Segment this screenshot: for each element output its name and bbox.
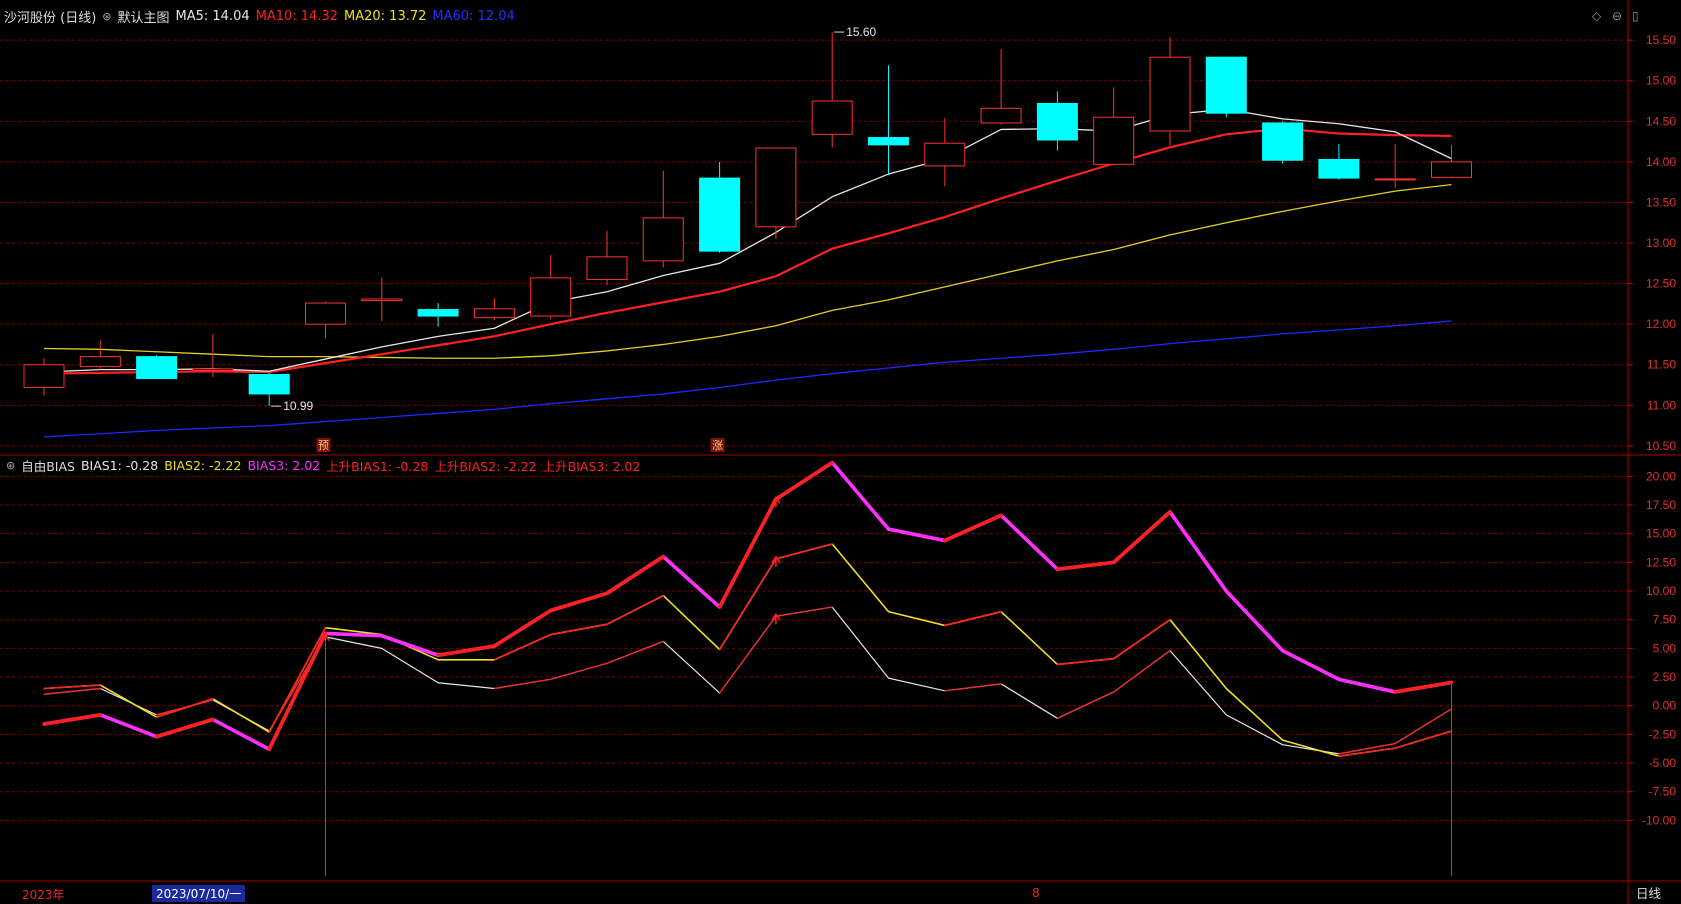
candle-body — [23, 364, 65, 388]
bias1-label: BIAS1: -0.28 — [80, 457, 159, 473]
candle-body — [1093, 116, 1135, 165]
indicator-name[interactable]: 自由BIAS — [21, 456, 75, 475]
price-tick-label: 14.50 — [1646, 114, 1676, 128]
price-tick-label: 13.50 — [1646, 195, 1676, 209]
price-tick-label: 14.00 — [1646, 155, 1676, 169]
candle — [755, 147, 797, 239]
ma60-label: MA60: 12.04 — [432, 8, 515, 24]
candle-body — [248, 373, 290, 395]
price-tick-label: 15.50 — [1646, 33, 1676, 47]
bias3-label: BIAS3: 2.02 — [247, 457, 321, 473]
settings-icon[interactable]: ◇ — [1592, 9, 1601, 23]
candle — [136, 355, 178, 380]
rise-bias3-label: 上升BIAS3: 2.02 — [542, 458, 641, 474]
candle-body — [1149, 56, 1191, 132]
candle-body — [868, 137, 909, 146]
event-marker-label: 预 — [318, 439, 329, 452]
candle-body — [642, 217, 684, 262]
template-name[interactable]: 默认主图 — [118, 7, 170, 26]
candle-body — [305, 302, 346, 325]
candle-body — [586, 256, 628, 281]
candle-body — [417, 309, 459, 317]
kline-chart[interactable]: 15.50 15.00 14.50 14.00 13.50 13.00 12.50 12.00… — [0, 0, 1681, 904]
price-tick-label: 10.50 — [1646, 439, 1676, 453]
indicator-header: ⊛ 自由BIAS BIAS1: -0.28 BIAS2: -2.22 BIAS3… — [6, 456, 640, 474]
period-label[interactable]: 日线 — [1630, 883, 1667, 902]
candle-body — [1374, 178, 1416, 181]
bias-tick-label: 15.00 — [1646, 527, 1676, 541]
high-price-label: 15.60 — [846, 25, 876, 39]
bias-tick-label: 0.00 — [1653, 699, 1677, 713]
event-marker-label: 涨 — [712, 439, 723, 452]
price-tick-label: 12.00 — [1646, 317, 1676, 331]
candle-body — [811, 100, 853, 135]
candle-body — [924, 142, 966, 167]
price-tick-label: 11.00 — [1647, 398, 1676, 412]
candle — [1262, 121, 1304, 164]
bias-tick-label: -5.00 — [1649, 756, 1677, 770]
bias-tick-label: 10.00 — [1646, 584, 1676, 598]
collapse-icon[interactable]: ⊛ — [6, 459, 15, 472]
price-tick-label: 11.50 — [1647, 358, 1676, 372]
candle-body — [473, 308, 515, 319]
bias-tick-label: 20.00 — [1646, 469, 1676, 483]
collapse-icon[interactable]: ⊛ — [102, 10, 111, 23]
candle-body — [1431, 161, 1472, 178]
candle-body — [699, 177, 741, 252]
axis-month-label: 8 — [1032, 886, 1040, 900]
bias2-label: BIAS2: -2.22 — [164, 457, 242, 473]
bias-tick-label: -10.00 — [1642, 813, 1676, 827]
axis-year-label: 2023年 — [22, 888, 65, 902]
candle-body — [530, 277, 572, 317]
candle-body — [136, 356, 178, 380]
bias-tick-label: 5.00 — [1653, 641, 1677, 655]
low-price-label: 10.99 — [283, 399, 313, 413]
ma10-label: MA10: 14.32 — [255, 8, 339, 24]
price-tick-label: 13.00 — [1646, 236, 1676, 250]
candle-body — [755, 147, 797, 228]
price-tick-label: 15.00 — [1646, 74, 1676, 88]
window-toggle-icon[interactable]: ▯ — [1632, 9, 1639, 23]
bias-tick-label: 12.50 — [1646, 555, 1676, 569]
candle-body — [980, 107, 1022, 124]
ma20-label: MA20: 13.72 — [344, 8, 427, 24]
candle-body — [1205, 56, 1247, 114]
bias-tick-label: -7.50 — [1649, 785, 1677, 799]
candle-body — [361, 298, 403, 302]
ma5-label: MA5: 14.04 — [175, 8, 250, 24]
crosshair-date: 2023/07/10/一 — [152, 885, 246, 902]
bias-tick-label: 2.50 — [1653, 670, 1677, 684]
zoom-icon[interactable]: ⊖ — [1612, 9, 1622, 23]
candle-body — [79, 356, 121, 367]
rise-bias2-label: 上升BIAS2: -2.22 — [434, 458, 537, 474]
rise-bias1-label: 上升BIAS1: -0.28 — [326, 458, 429, 474]
price-tick-label: 12.50 — [1646, 277, 1676, 291]
candle-body — [1036, 102, 1078, 141]
bias-tick-label: 17.50 — [1646, 498, 1676, 512]
candle-body — [1262, 122, 1304, 161]
candle-body — [192, 368, 234, 371]
candle — [1205, 56, 1247, 118]
bias-tick-label: 7.50 — [1653, 613, 1677, 627]
main-chart-header: 沙河股份 (日线) ⊛ 默认主图 MA5: 14.04 MA10: 14.32 … — [0, 6, 515, 26]
candle-body — [1318, 158, 1360, 179]
bias-tick-label: -2.50 — [1649, 727, 1677, 741]
stock-title[interactable]: 沙河股份 (日线) — [4, 7, 96, 26]
